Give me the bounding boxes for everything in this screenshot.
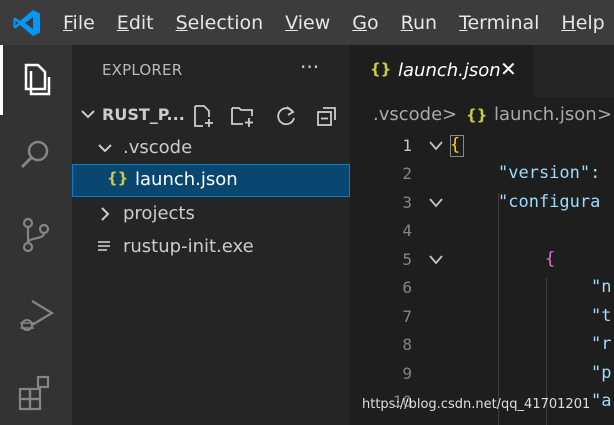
menu-file[interactable]: File <box>63 12 95 34</box>
tree-item-launch-json[interactable]: {} launch.json <box>72 164 350 197</box>
code-token: "n <box>591 277 612 297</box>
menu-file-rest: ile <box>72 11 95 34</box>
line-number: 9 <box>402 364 412 383</box>
workspace-section-header[interactable]: RUST_P... <box>72 100 350 130</box>
title-bar: File Edit Selection View Go Run Terminal… <box>0 0 614 45</box>
close-icon[interactable]: ✕ <box>500 57 517 81</box>
fold-chevron-icon[interactable] <box>428 197 444 209</box>
menu-go[interactable]: Go <box>352 12 378 34</box>
breadcrumb-separator: > <box>597 104 613 125</box>
activity-bar <box>0 45 72 425</box>
menu-help[interactable]: Help <box>561 12 604 34</box>
breadcrumb: .vscode > {} launch.json > <box>350 97 614 133</box>
file-lines-icon <box>98 241 110 251</box>
source-control-icon[interactable] <box>14 213 58 257</box>
breadcrumb-separator: > <box>442 104 458 125</box>
json-file-icon: {} <box>107 169 129 187</box>
collapse-all-icon[interactable] <box>314 103 340 129</box>
fold-chevron-icon[interactable] <box>428 254 444 266</box>
fold-chevron-icon[interactable] <box>428 140 444 152</box>
line-number: 4 <box>402 221 412 240</box>
code-token: "version": <box>498 163 601 183</box>
chevron-down-icon <box>98 144 112 153</box>
line-number: 7 <box>402 307 412 326</box>
tab-label: launch.json <box>398 60 501 81</box>
line-number: 5 <box>402 250 412 269</box>
menu-view[interactable]: View <box>285 12 330 34</box>
tab-bar: {} launch.json ✕ <box>350 45 614 97</box>
search-icon[interactable] <box>14 133 58 177</box>
code-editor[interactable]: 1 2 3 4 5 6 7 8 9 10 { "version": "confi… <box>350 133 614 425</box>
menu-terminal[interactable]: Terminal <box>459 12 539 34</box>
refresh-icon[interactable] <box>273 103 299 129</box>
explorer-icon[interactable] <box>14 57 58 101</box>
indent-guide <box>498 193 499 425</box>
line-number: 2 <box>402 164 412 183</box>
active-indicator <box>0 45 3 115</box>
editor-area: {} launch.json ✕ .vscode > {} launch.jso… <box>350 45 614 425</box>
line-number: 8 <box>402 335 412 354</box>
watermark-text: https://blog.csdn.net/qq_41701201 <box>362 397 591 412</box>
tree-item-label: projects <box>123 203 195 224</box>
chevron-down-icon <box>81 110 95 119</box>
menu-selection[interactable]: Selection <box>176 12 264 34</box>
tree-item-label: rustup-init.exe <box>123 236 254 257</box>
code-token: "r <box>591 334 612 354</box>
extensions-icon[interactable] <box>14 371 58 415</box>
explorer-sidebar: EXPLORER ··· RUST_P... .vscode {} launch… <box>72 45 350 425</box>
code-token: "configura <box>498 192 601 212</box>
new-folder-icon[interactable] <box>230 103 256 129</box>
code-token: { <box>450 135 461 155</box>
vscode-logo-icon <box>13 10 40 36</box>
tree-item-rustup-init[interactable]: rustup-init.exe <box>72 231 350 264</box>
menu-bar: File Edit Selection View Go Run Terminal… <box>52 0 614 45</box>
more-actions-button[interactable]: ··· <box>300 55 319 79</box>
tree-item-projects-folder[interactable]: projects <box>72 198 350 231</box>
new-file-icon[interactable] <box>190 103 216 129</box>
line-number: 1 <box>402 136 412 155</box>
sidebar-title: EXPLORER <box>102 61 183 79</box>
menu-run[interactable]: Run <box>401 12 437 34</box>
tab-launch-json[interactable]: {} launch.json ✕ <box>350 45 533 97</box>
line-number: 3 <box>402 193 412 212</box>
chevron-right-icon <box>101 207 110 221</box>
code-token: { <box>545 249 556 269</box>
code-token: "p <box>591 363 612 383</box>
json-file-icon: {} <box>370 60 392 78</box>
code-token: "a <box>591 391 612 411</box>
json-file-icon: {} <box>466 106 488 124</box>
tree-item-label: launch.json <box>135 169 238 190</box>
breadcrumb-item-launch-json[interactable]: launch.json <box>494 104 597 125</box>
run-debug-icon[interactable] <box>14 293 58 337</box>
code-token: "t <box>591 306 612 326</box>
line-number: 6 <box>402 278 412 297</box>
tree-item-vscode-folder[interactable]: .vscode <box>72 132 350 165</box>
menu-edit[interactable]: Edit <box>117 12 154 34</box>
workspace-name: RUST_P... <box>102 105 185 124</box>
tree-item-label: .vscode <box>123 137 193 158</box>
breadcrumb-item-vscode[interactable]: .vscode <box>373 104 442 125</box>
